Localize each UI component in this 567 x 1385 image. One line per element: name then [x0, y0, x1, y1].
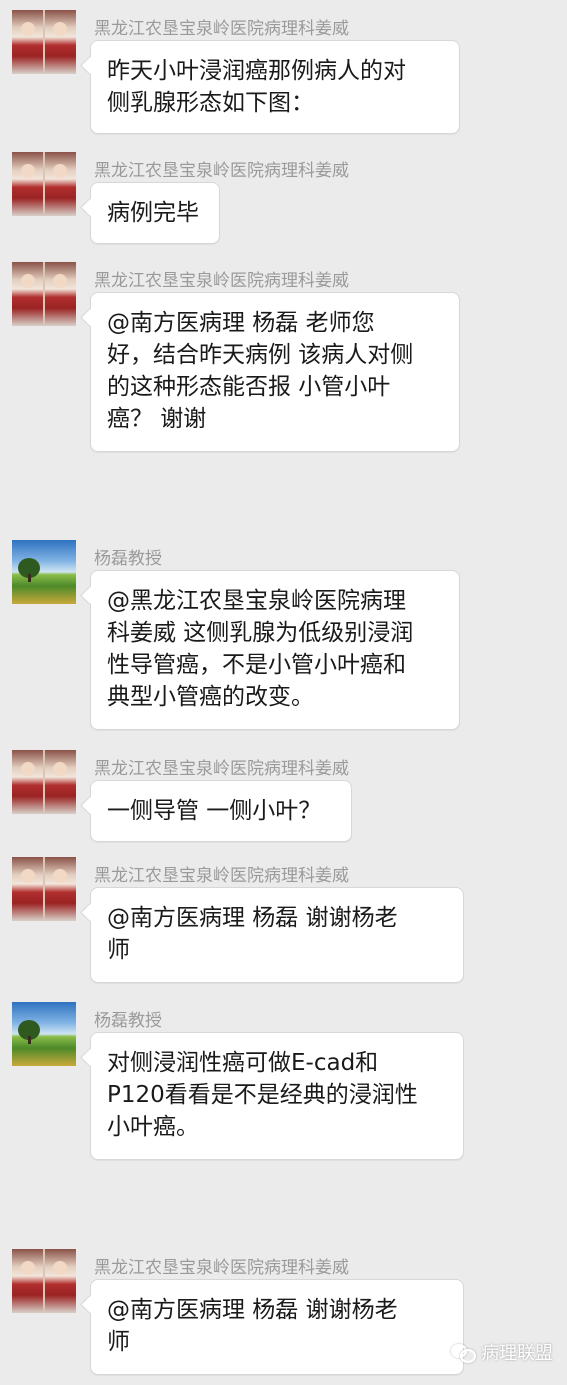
- message-line: P120看看是不是经典的浸润性: [107, 1082, 418, 1108]
- message-bubble[interactable]: @南方医病理 杨磊 老师您 好，结合昨天病例 该病人对侧 的这种形态能否报 小管…: [90, 292, 460, 452]
- message-line: 对侧浸润性癌可做E-cad和: [107, 1050, 379, 1076]
- message-line: 侧乳腺形态如下图：: [107, 90, 314, 116]
- message-line: @黑龙江农垦宝泉岭医院病理: [107, 588, 406, 614]
- message-line: 病例完毕: [107, 200, 199, 226]
- sender-name: 黑龙江农垦宝泉岭医院病理科姜威: [94, 1258, 349, 1278]
- landscape-avatar[interactable]: [12, 540, 76, 604]
- message-line: @南方医病理 杨磊 谢谢杨老: [107, 1297, 398, 1323]
- message-bubble[interactable]: 病例完毕: [90, 182, 220, 244]
- watermark: 病理联盟: [451, 1339, 553, 1365]
- message-line: 癌？ 谢谢: [107, 406, 207, 432]
- message-bubble[interactable]: 昨天小叶浸润癌那例病人的对 侧乳腺形态如下图：: [90, 40, 460, 134]
- message-line: 师: [107, 1329, 130, 1355]
- child-photo-avatar[interactable]: [12, 1249, 76, 1313]
- wechat-icon: [451, 1342, 476, 1363]
- message-bubble[interactable]: @南方医病理 杨磊 谢谢杨老 师: [90, 887, 464, 983]
- message-bubble[interactable]: 对侧浸润性癌可做E-cad和 P120看看是不是经典的浸润性 小叶癌。: [90, 1032, 464, 1160]
- watermark-text: 病理联盟: [481, 1343, 553, 1364]
- child-photo-avatar[interactable]: [12, 10, 76, 74]
- landscape-avatar[interactable]: [12, 1002, 76, 1066]
- message-bubble[interactable]: 一侧导管 一侧小叶？: [90, 780, 352, 842]
- message-bubble[interactable]: @黑龙江农垦宝泉岭医院病理 科姜威 这侧乳腺为低级别浸润 性导管癌，不是小管小叶…: [90, 570, 460, 730]
- sender-name: 杨磊教授: [94, 1011, 162, 1031]
- message-line: @南方医病理 杨磊 老师您: [107, 310, 375, 336]
- sender-name: 黑龙江农垦宝泉岭医院病理科姜威: [94, 866, 349, 886]
- sender-name: 黑龙江农垦宝泉岭医院病理科姜威: [94, 759, 349, 779]
- child-photo-avatar[interactable]: [12, 857, 76, 921]
- sender-name: 黑龙江农垦宝泉岭医院病理科姜威: [94, 161, 349, 181]
- message-line: 好，结合昨天病例 该病人对侧: [107, 342, 414, 368]
- message-line: 典型小管癌的改变。: [107, 684, 314, 710]
- message-bubble[interactable]: @南方医病理 杨磊 谢谢杨老 师: [90, 1279, 464, 1375]
- child-photo-avatar[interactable]: [12, 750, 76, 814]
- child-photo-avatar[interactable]: [12, 152, 76, 216]
- message-line: 师: [107, 937, 130, 963]
- message-line: 昨天小叶浸润癌那例病人的对: [107, 58, 406, 84]
- message-line: 性导管癌，不是小管小叶癌和: [107, 652, 406, 678]
- sender-name: 杨磊教授: [94, 549, 162, 569]
- sender-name: 黑龙江农垦宝泉岭医院病理科姜威: [94, 19, 349, 39]
- message-line: 一侧导管 一侧小叶？: [107, 798, 322, 824]
- child-photo-avatar[interactable]: [12, 262, 76, 326]
- message-line: 科姜威 这侧乳腺为低级别浸润: [107, 620, 414, 646]
- sender-name: 黑龙江农垦宝泉岭医院病理科姜威: [94, 271, 349, 291]
- message-line: @南方医病理 杨磊 谢谢杨老: [107, 905, 398, 931]
- message-line: 的这种形态能否报 小管小叶: [107, 374, 391, 400]
- message-line: 小叶癌。: [107, 1114, 199, 1140]
